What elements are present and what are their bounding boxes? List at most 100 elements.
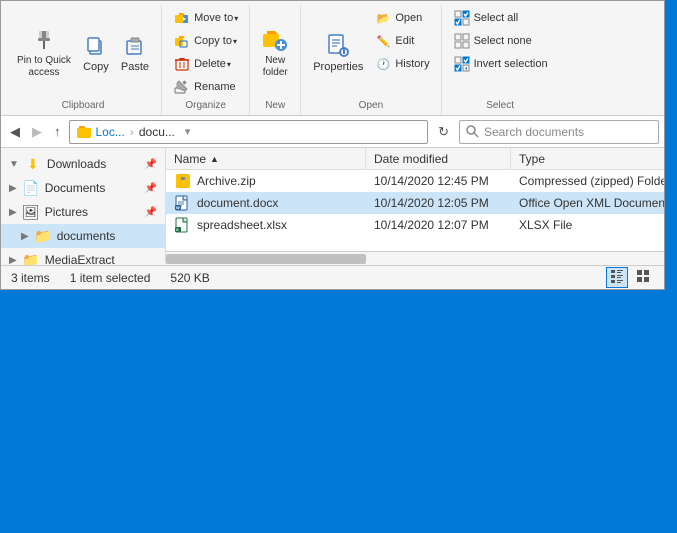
- scroll-thumb[interactable]: [166, 254, 366, 264]
- file-date-cell: 10/14/2020 12:45 PM: [366, 172, 511, 190]
- delete-button[interactable]: Delete ▾: [168, 53, 243, 75]
- pictures-label: Pictures: [45, 205, 88, 219]
- search-box[interactable]: Search documents: [459, 120, 659, 144]
- ribbon-group-new: New folder New: [250, 5, 301, 115]
- pin-icon: [31, 27, 57, 53]
- copy-icon: [83, 33, 109, 59]
- organize-label: Organize: [168, 98, 243, 113]
- selection-info: 1 item selected: [70, 271, 151, 285]
- open-buttons: Properties 📂 Open ✏️ Edit 🕐: [307, 7, 434, 98]
- organize-buttons: Move to ▾ Copy to ▾: [168, 7, 243, 98]
- sidebar-item-documents[interactable]: ▶ 📄 Documents 📌: [1, 176, 165, 200]
- delete-icon: [173, 55, 191, 73]
- forward-button[interactable]: ▶: [28, 122, 46, 142]
- doc-file-icon: W: [174, 195, 192, 211]
- move-to-arrow: ▾: [234, 14, 238, 23]
- copy-to-arrow: ▾: [233, 37, 237, 46]
- address-bar: ◀ ▶ ↑ Loc... › docu... ▾ ↻ Search docume…: [1, 116, 664, 148]
- view-toggle-buttons: [606, 267, 654, 288]
- address-box[interactable]: Loc... › docu... ▾: [69, 120, 429, 144]
- properties-icon: [325, 33, 351, 59]
- mediaextract-label: MediaExtract: [45, 253, 115, 265]
- horizontal-scrollbar[interactable]: [166, 251, 664, 265]
- explorer-window: Pin to Quick access Copy: [0, 0, 665, 290]
- select-all-icon: [453, 9, 471, 27]
- zip-file-icon: [174, 173, 192, 189]
- header-type[interactable]: Type: [511, 148, 664, 169]
- item-count: 3 items: [11, 271, 50, 285]
- ribbon-group-select: Select all Select none: [442, 5, 559, 115]
- pin-indicator3: 📌: [145, 207, 157, 218]
- address-text: Loc... › docu... ▾: [96, 125, 191, 139]
- file-name-cell: W document.docx: [166, 193, 366, 213]
- documents-icon: 📄: [22, 179, 40, 197]
- header-name[interactable]: Name ▲: [166, 148, 366, 169]
- file-list-container: Name ▲ Date modified Type Size: [166, 148, 664, 265]
- properties-button[interactable]: Properties: [307, 30, 369, 76]
- address-sep: ›: [130, 125, 134, 139]
- sidebar-item-pictures[interactable]: ▶ 🖼 Pictures 📌: [1, 200, 165, 224]
- rename-icon: [173, 78, 191, 96]
- up-button[interactable]: ↑: [50, 122, 65, 141]
- open-btn[interactable]: 📂 Open: [369, 7, 434, 29]
- table-row[interactable]: X spreadsheet.xlsx 10/14/2020 12:07 PM X…: [166, 214, 664, 236]
- edit-icon: ✏️: [374, 32, 392, 50]
- status-bar: 3 items 1 item selected 520 KB: [1, 265, 664, 289]
- new-label: New: [256, 98, 294, 113]
- copy-to-icon: [173, 32, 191, 50]
- open-small-buttons: 📂 Open ✏️ Edit 🕐 History: [369, 7, 434, 75]
- folder-nav-icon: [76, 124, 92, 140]
- expand-icon2: ▶: [9, 183, 17, 194]
- file-type-cell: XLSX File: [511, 216, 664, 234]
- pin-indicator2: 📌: [145, 183, 157, 194]
- file-type-cell: Compressed (zipped) Folder: [511, 172, 664, 190]
- file-list: Archive.zip 10/14/2020 12:45 PM Compress…: [166, 170, 664, 251]
- move-to-button[interactable]: Move to ▾: [168, 7, 243, 29]
- invert-selection-icon: [453, 55, 471, 73]
- pin-indicator: 📌: [145, 159, 157, 170]
- downloads-icon: ⬇: [24, 155, 42, 173]
- documents-folder-label: documents: [57, 229, 116, 243]
- refresh-button[interactable]: ↻: [432, 122, 455, 142]
- history-button[interactable]: 🕐 History: [369, 53, 434, 75]
- file-date-cell: 10/14/2020 12:05 PM: [366, 194, 511, 212]
- select-label: Select: [448, 98, 553, 113]
- file-type-cell: Office Open XML Document: [511, 194, 664, 212]
- view-details-button[interactable]: [606, 267, 628, 288]
- copy-to-button[interactable]: Copy to ▾: [168, 30, 243, 52]
- size-info: 520 KB: [170, 271, 209, 285]
- file-list-header: Name ▲ Date modified Type Size: [166, 148, 664, 170]
- view-tiles-button[interactable]: [632, 267, 654, 288]
- search-placeholder: Search documents: [484, 125, 584, 139]
- select-none-button[interactable]: Select none: [448, 30, 553, 52]
- sidebar-item-downloads[interactable]: ▼ ⬇ Downloads 📌: [1, 152, 165, 176]
- svg-text:X: X: [176, 227, 179, 232]
- file-name-cell: X spreadsheet.xlsx: [166, 215, 366, 235]
- address-part2: docu...: [139, 125, 175, 139]
- address-expand-icon: ▾: [185, 125, 191, 138]
- rename-button[interactable]: Rename: [168, 76, 243, 98]
- paste-button[interactable]: Paste: [115, 30, 155, 76]
- new-folder-icon: [262, 27, 288, 53]
- pin-to-quick-access-button[interactable]: Pin to Quick access: [11, 24, 77, 82]
- select-all-button[interactable]: Select all: [448, 7, 553, 29]
- table-row[interactable]: Archive.zip 10/14/2020 12:45 PM Compress…: [166, 170, 664, 192]
- documents-folder-icon: 📁: [34, 227, 52, 245]
- move-to-icon: [173, 9, 191, 27]
- sidebar-item-documents-folder[interactable]: ▶ 📁 documents: [1, 224, 165, 248]
- expand-icon5: ▶: [9, 255, 17, 266]
- copy-button[interactable]: Copy: [77, 30, 115, 76]
- open-label: Open: [307, 98, 434, 113]
- sidebar-item-mediaextract[interactable]: ▶ 📁 MediaExtract: [1, 248, 165, 265]
- ribbon-group-clipboard: Pin to Quick access Copy: [5, 5, 162, 115]
- select-none-icon: [453, 32, 471, 50]
- back-button[interactable]: ◀: [6, 122, 24, 142]
- tiles-view-icon: [636, 269, 650, 283]
- invert-selection-button[interactable]: Invert selection: [448, 53, 553, 75]
- table-row[interactable]: W document.docx 10/14/2020 12:05 PM Offi…: [166, 192, 664, 214]
- header-date[interactable]: Date modified: [366, 148, 511, 169]
- new-folder-button[interactable]: New folder: [256, 24, 294, 82]
- expand-icon: ▼: [9, 159, 19, 170]
- search-icon: [466, 125, 479, 138]
- edit-button[interactable]: ✏️ Edit: [369, 30, 434, 52]
